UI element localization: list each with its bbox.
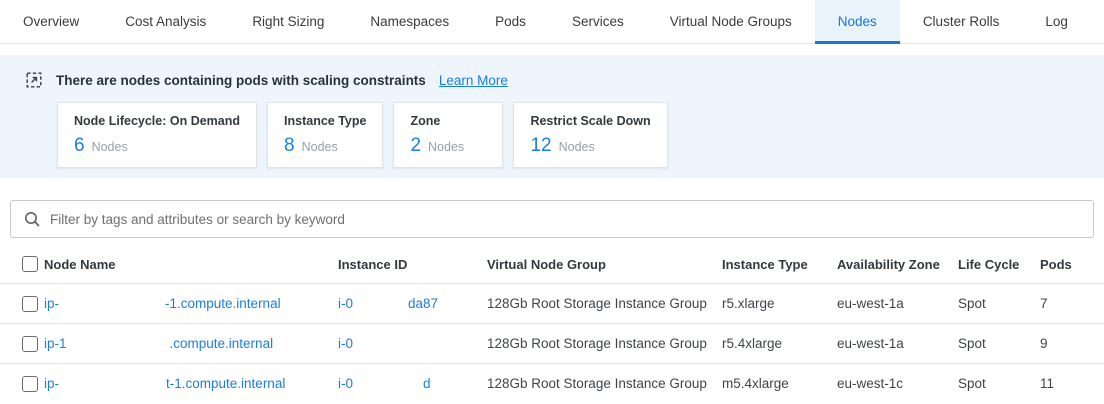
col-virtual-node-group: Virtual Node Group	[487, 257, 722, 272]
card-restrict-scale-down[interactable]: Restrict Scale Down 12 Nodes	[513, 102, 667, 168]
vng-cell: 128Gb Root Storage Instance Group	[487, 336, 722, 351]
filter-input[interactable]	[50, 212, 1081, 227]
card-count: 8	[284, 135, 295, 157]
search-icon	[23, 210, 41, 228]
table-row: ip-1.compute.internal i-0 128Gb Root Sto…	[0, 323, 1104, 363]
tab-cluster-rolls[interactable]: Cluster Rolls	[900, 0, 1023, 43]
col-instance-type: Instance Type	[722, 257, 837, 272]
tab-log[interactable]: Log	[1022, 0, 1091, 43]
instance-type-cell: m5.4xlarge	[722, 376, 837, 391]
banner-message: There are nodes containing pods with sca…	[56, 73, 426, 88]
card-count: 12	[530, 135, 551, 157]
scaling-constraints-banner: There are nodes containing pods with sca…	[0, 55, 1104, 178]
tab-virtual-node-groups[interactable]: Virtual Node Groups	[647, 0, 815, 43]
availability-zone-cell: eu-west-1a	[837, 296, 958, 311]
tab-right-sizing[interactable]: Right Sizing	[229, 0, 347, 43]
node-name-link[interactable]: ip-t-1.compute.internal	[44, 376, 285, 391]
card-node-lifecycle-on-demand[interactable]: Node Lifecycle: On Demand 6 Nodes	[57, 102, 257, 168]
card-unit: Nodes	[92, 140, 128, 154]
row-checkbox[interactable]	[22, 296, 38, 312]
tab-pods[interactable]: Pods	[472, 0, 549, 43]
tab-cost-analysis[interactable]: Cost Analysis	[102, 0, 229, 43]
pods-cell: 7	[1040, 296, 1104, 311]
pods-cell: 9	[1040, 336, 1104, 351]
table-row: ip--1.compute.internal i-0da87 128Gb Roo…	[0, 283, 1104, 323]
pods-cell: 11	[1040, 376, 1104, 391]
nodes-table: Node Name Instance ID Virtual Node Group…	[0, 245, 1104, 403]
col-node-name: Node Name	[44, 257, 338, 272]
life-cycle-cell: Spot	[958, 376, 1040, 391]
row-checkbox[interactable]	[22, 376, 38, 392]
instance-id-link[interactable]: i-0	[338, 336, 461, 351]
col-pods: Pods	[1040, 257, 1104, 272]
life-cycle-cell: Spot	[958, 336, 1040, 351]
table-row: ip-t-1.compute.internal i-0d 128Gb Root …	[0, 363, 1104, 403]
instance-type-cell: r5.xlarge	[722, 296, 837, 311]
card-instance-type[interactable]: Instance Type 8 Nodes	[267, 102, 383, 168]
card-title: Restrict Scale Down	[530, 114, 650, 128]
instance-type-cell: r5.4xlarge	[722, 336, 837, 351]
select-all-checkbox[interactable]	[22, 256, 38, 272]
learn-more-link[interactable]: Learn More	[439, 73, 508, 88]
card-title: Node Lifecycle: On Demand	[74, 114, 240, 128]
tab-nodes[interactable]: Nodes	[815, 0, 900, 43]
card-unit: Nodes	[302, 140, 338, 154]
card-title: Zone	[410, 114, 486, 128]
tab-bar: Overview Cost Analysis Right Sizing Name…	[0, 0, 1104, 44]
col-life-cycle: Life Cycle	[958, 257, 1040, 272]
availability-zone-cell: eu-west-1c	[837, 376, 958, 391]
card-title: Instance Type	[284, 114, 366, 128]
col-instance-id: Instance ID	[338, 257, 487, 272]
filter-bar	[10, 200, 1094, 238]
col-availability-zone: Availability Zone	[837, 257, 958, 272]
card-zone[interactable]: Zone 2 Nodes	[393, 102, 503, 168]
scale-up-icon	[25, 71, 43, 89]
constraint-summary-cards: Node Lifecycle: On Demand 6 Nodes Instan…	[57, 102, 1079, 168]
node-name-link[interactable]: ip--1.compute.internal	[44, 296, 281, 311]
vng-cell: 128Gb Root Storage Instance Group	[487, 296, 722, 311]
life-cycle-cell: Spot	[958, 296, 1040, 311]
tab-services[interactable]: Services	[549, 0, 647, 43]
card-count: 6	[74, 135, 85, 157]
node-name-link[interactable]: ip-1.compute.internal	[44, 336, 273, 351]
tab-overview[interactable]: Overview	[0, 0, 102, 43]
card-count: 2	[410, 135, 421, 157]
row-checkbox[interactable]	[22, 336, 38, 352]
card-unit: Nodes	[428, 140, 464, 154]
table-header-row: Node Name Instance ID Virtual Node Group…	[0, 245, 1104, 283]
instance-id-link[interactable]: i-0da87	[338, 296, 438, 311]
card-unit: Nodes	[559, 140, 595, 154]
vng-cell: 128Gb Root Storage Instance Group	[487, 376, 722, 391]
availability-zone-cell: eu-west-1a	[837, 336, 958, 351]
instance-id-link[interactable]: i-0d	[338, 376, 431, 391]
tab-namespaces[interactable]: Namespaces	[347, 0, 472, 43]
